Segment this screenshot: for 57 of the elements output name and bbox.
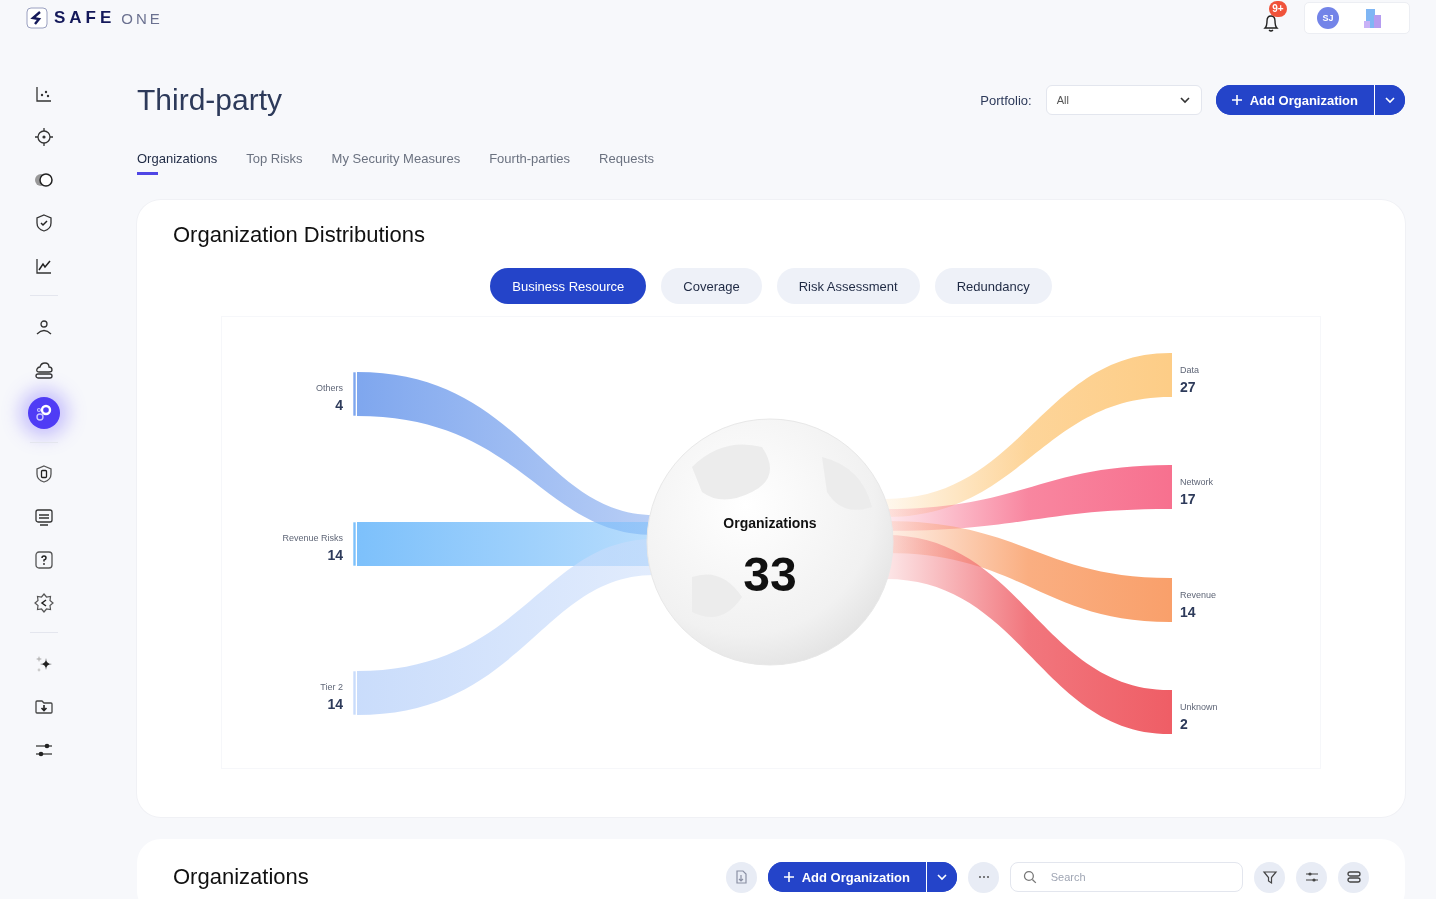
- segment-button[interactable]: Redundancy: [934, 268, 1052, 304]
- chevron-down-icon: [1384, 94, 1396, 106]
- node-label: Data: [1180, 365, 1199, 375]
- node-label: Unknown: [1180, 702, 1218, 712]
- node-label: Others: [316, 383, 343, 393]
- plus-icon: [783, 872, 794, 882]
- tab[interactable]: Requests: [599, 144, 654, 178]
- segment-button[interactable]: Coverage: [661, 268, 762, 304]
- page-title: Third-party: [137, 83, 283, 117]
- nav-icon[interactable]: [34, 126, 54, 147]
- node-label: Revenue Risks: [282, 533, 343, 543]
- logo-icon: [26, 7, 48, 29]
- filter-icon: [1261, 869, 1278, 885]
- node-value: 4: [335, 397, 343, 413]
- logo-brand: SAFE: [54, 8, 116, 28]
- node-label: Tier 2: [320, 682, 343, 692]
- center-label: Organizations: [723, 515, 817, 531]
- node-value: 17: [1180, 491, 1196, 507]
- node-value: 27: [1180, 379, 1196, 395]
- portfolio-label: Portfolio:: [980, 92, 1032, 108]
- nav-icon[interactable]: [34, 463, 54, 484]
- section-title: Organizations: [173, 864, 310, 890]
- layout-button[interactable]: [1338, 861, 1369, 893]
- logo-suffix: ONE: [121, 9, 163, 27]
- dropdown-button[interactable]: [1374, 85, 1405, 115]
- filter-button[interactable]: [1254, 861, 1285, 893]
- node-value: 14: [1180, 604, 1196, 620]
- layout-icon: [1345, 869, 1362, 885]
- portfolio-select[interactable]: All: [1045, 85, 1202, 115]
- node-label: Revenue: [1180, 590, 1217, 600]
- chevron-down-icon: [936, 871, 948, 883]
- adjustments-button[interactable]: [1296, 861, 1327, 893]
- node-value: 14: [327, 696, 343, 712]
- notification-badge: 9+: [1269, 1, 1287, 17]
- nav-icon[interactable]: [34, 212, 54, 233]
- segment-button[interactable]: Business Resource: [490, 268, 647, 304]
- search-field[interactable]: Search: [1010, 862, 1243, 892]
- nav-icon[interactable]: [28, 396, 60, 429]
- export-icon: [733, 869, 750, 885]
- chevron-down-icon: [1178, 94, 1191, 106]
- nav-icon[interactable]: [34, 549, 54, 570]
- tab[interactable]: Top Risks: [246, 144, 303, 178]
- nav-icon[interactable]: [34, 359, 54, 380]
- search-input[interactable]: Search: [1048, 870, 1230, 884]
- node-label: Network: [1180, 477, 1213, 487]
- tab[interactable]: Fourth-parties: [489, 144, 571, 178]
- search-icon: [1023, 870, 1037, 884]
- total-count: 33: [743, 548, 797, 601]
- section-title: Organization Distributions: [173, 222, 426, 249]
- node-value: 14: [327, 547, 343, 563]
- segment-button[interactable]: Risk Assessment: [776, 268, 920, 304]
- plus-icon: [1231, 95, 1242, 105]
- tab[interactable]: My Security Measures: [331, 144, 461, 178]
- dropdown-button[interactable]: [926, 862, 957, 892]
- nav-icon[interactable]: [34, 592, 54, 613]
- nav-icon[interactable]: [34, 506, 54, 527]
- node-value: 2: [1180, 716, 1188, 732]
